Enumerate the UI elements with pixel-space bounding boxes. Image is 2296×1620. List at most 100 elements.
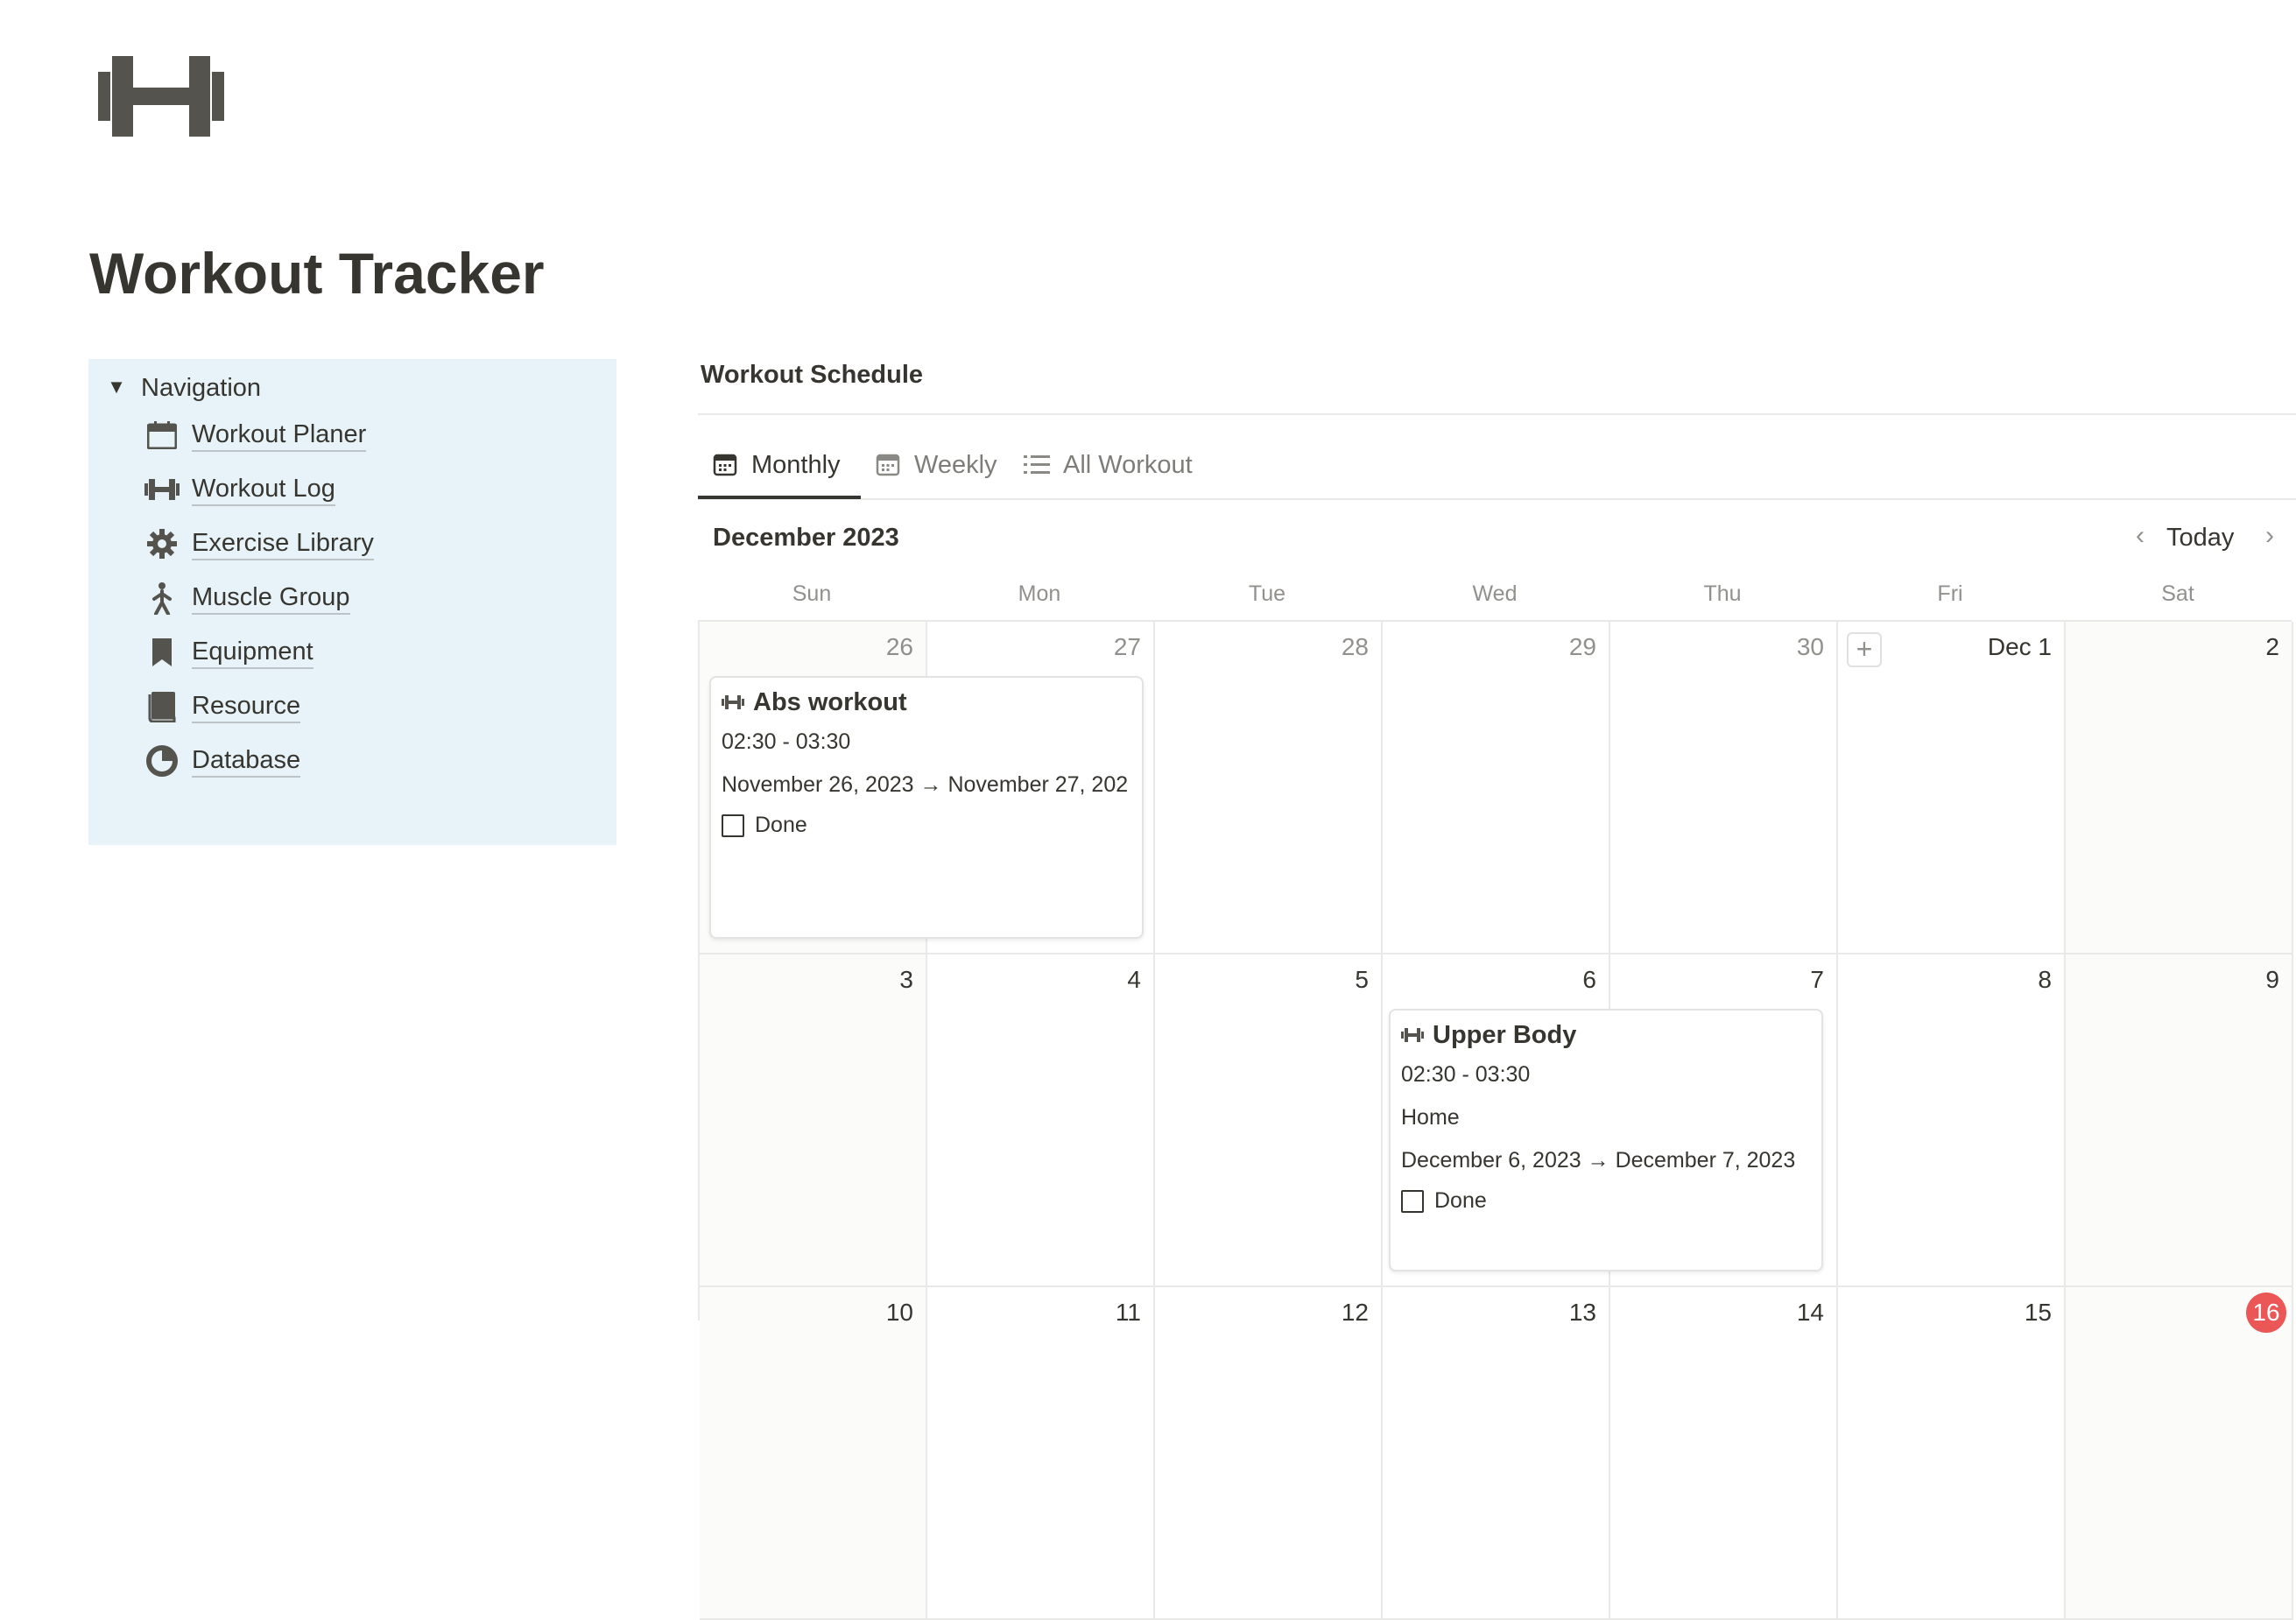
event-location: Home <box>1401 1105 1460 1130</box>
done-label: Done <box>1434 1188 1487 1213</box>
event-card-abs-workout[interactable]: Abs workout 02:30 - 03:30 November 26, 2… <box>709 676 1144 939</box>
calendar-day[interactable]: 30 <box>1610 622 1838 954</box>
add-event-button[interactable]: + <box>1847 632 1882 667</box>
day-number: 6 <box>1582 966 1596 993</box>
toggle-triangle-icon[interactable]: ▼ <box>104 375 129 399</box>
nav-item-muscle-group[interactable]: Muscle Group <box>144 576 350 620</box>
event-dates: November 26, 2023 → November 27, 202 <box>722 772 1129 797</box>
event-card-upper-body[interactable]: Upper Body 02:30 - 03:30 Home December 6… <box>1389 1009 1823 1271</box>
calendar-day[interactable]: 10 <box>700 1287 927 1620</box>
calendar-day[interactable]: 11 <box>927 1287 1155 1620</box>
weekday-label: Wed <box>1472 581 1518 606</box>
checkbox-icon[interactable] <box>722 814 744 837</box>
gear-icon <box>144 526 180 561</box>
checkbox-icon[interactable] <box>1401 1189 1424 1213</box>
event-time: 02:30 - 03:30 <box>1401 1062 1531 1087</box>
calendar-day[interactable]: 15 <box>1838 1287 2066 1620</box>
calendar-day[interactable]: 13 <box>1383 1287 1610 1620</box>
tab-all-workout[interactable]: All Workout <box>1021 443 1193 487</box>
divider <box>698 498 2296 500</box>
calendar-day[interactable]: 29 <box>1383 622 1610 954</box>
today-day-number: 16 <box>2246 1292 2286 1333</box>
day-number: Dec 1 <box>1987 633 2052 660</box>
weekday-header: Sun Mon Tue Wed Thu Fri Sat <box>698 578 2292 613</box>
tab-label: Weekly <box>914 450 997 479</box>
weekday-label: Sat <box>2161 581 2194 606</box>
person-walking-icon <box>144 581 180 616</box>
navigation-callout: ▼ Navigation Workout Planer Workout Log … <box>88 359 616 845</box>
event-title: Abs workout <box>753 688 907 716</box>
chevron-right-icon[interactable]: › <box>2252 522 2287 553</box>
navigation-title: Navigation <box>141 374 262 402</box>
day-number: 5 <box>1355 966 1369 993</box>
done-label: Done <box>755 813 807 837</box>
nav-item-label: Database <box>192 745 301 778</box>
nav-item-database[interactable]: Database <box>144 739 301 783</box>
calendar-view-icon <box>872 449 904 481</box>
calendar-day[interactable]: + Dec 1 <box>1838 622 2066 954</box>
nav-item-label: Exercise Library <box>192 528 374 560</box>
done-checkbox[interactable]: Done <box>1401 1188 1811 1214</box>
day-number: 14 <box>1796 1299 1824 1326</box>
day-number: 10 <box>885 1299 913 1326</box>
list-icon <box>1021 449 1053 481</box>
month-label: December 2023 <box>713 524 899 552</box>
day-number: 3 <box>899 966 913 993</box>
calendar-day[interactable]: 3 <box>700 954 927 1287</box>
calendar-day[interactable]: 12 <box>1155 1287 1383 1620</box>
calendar-view-icon <box>709 449 741 481</box>
day-number: 2 <box>2265 633 2279 660</box>
book-icon <box>144 689 180 724</box>
dumbbell-icon <box>722 692 746 713</box>
calendar-day[interactable]: 4 <box>927 954 1155 1287</box>
pie-chart-icon <box>144 743 180 778</box>
nav-item-resource[interactable]: Resource <box>144 685 301 729</box>
nav-item-exercise-library[interactable]: Exercise Library <box>144 522 374 566</box>
dumbbell-icon <box>98 56 224 137</box>
event-dates: December 6, 2023 → December 7, 2023 <box>1401 1148 1796 1173</box>
calendar-icon <box>144 418 180 453</box>
day-number: 9 <box>2265 966 2279 993</box>
day-number: 27 <box>1113 633 1141 660</box>
weekday-label: Mon <box>1018 581 1061 606</box>
day-number: 12 <box>1341 1299 1369 1326</box>
day-number: 26 <box>885 633 913 660</box>
calendar-day[interactable]: 16 <box>2066 1287 2293 1620</box>
divider <box>698 413 2296 415</box>
dumbbell-icon <box>144 472 180 507</box>
schedule-title: Workout Schedule <box>701 361 924 389</box>
calendar-day[interactable]: 14 <box>1610 1287 1838 1620</box>
today-button[interactable]: Today <box>2166 522 2234 553</box>
calendar-day[interactable]: 28 <box>1155 622 1383 954</box>
tab-monthly[interactable]: Monthly <box>709 443 841 487</box>
weekday-label: Sun <box>792 581 832 606</box>
tab-weekly[interactable]: Weekly <box>872 443 997 487</box>
weekday-label: Fri <box>1937 581 1963 606</box>
calendar-day[interactable]: 2 <box>2066 622 2293 954</box>
nav-item-label: Workout Planer <box>192 419 367 452</box>
nav-item-equipment[interactable]: Equipment <box>144 630 313 674</box>
calendar-day[interactable]: 8 <box>1838 954 2066 1287</box>
tab-label: Monthly <box>751 450 841 479</box>
event-title: Upper Body <box>1433 1021 1577 1049</box>
day-number: 13 <box>1568 1299 1596 1326</box>
day-number: 30 <box>1796 633 1824 660</box>
calendar-day[interactable]: 9 <box>2066 954 2293 1287</box>
active-tab-indicator <box>698 496 861 499</box>
nav-item-workout-planer[interactable]: Workout Planer <box>144 413 367 457</box>
calendar-day[interactable]: 5 <box>1155 954 1383 1287</box>
day-number: 29 <box>1568 633 1596 660</box>
tab-label: All Workout <box>1063 450 1193 479</box>
weekday-label: Tue <box>1248 581 1286 606</box>
nav-item-label: Resource <box>192 691 301 723</box>
weekday-label: Thu <box>1703 581 1742 606</box>
dumbbell-icon <box>1401 1025 1426 1046</box>
nav-item-label: Muscle Group <box>192 582 350 615</box>
day-number: 8 <box>2038 966 2052 993</box>
day-number: 4 <box>1127 966 1141 993</box>
nav-item-workout-log[interactable]: Workout Log <box>144 468 335 511</box>
done-checkbox[interactable]: Done <box>722 813 1131 838</box>
event-time: 02:30 - 03:30 <box>722 729 851 754</box>
day-number: 28 <box>1341 633 1369 660</box>
chevron-left-icon[interactable]: ‹ <box>2123 522 2158 553</box>
